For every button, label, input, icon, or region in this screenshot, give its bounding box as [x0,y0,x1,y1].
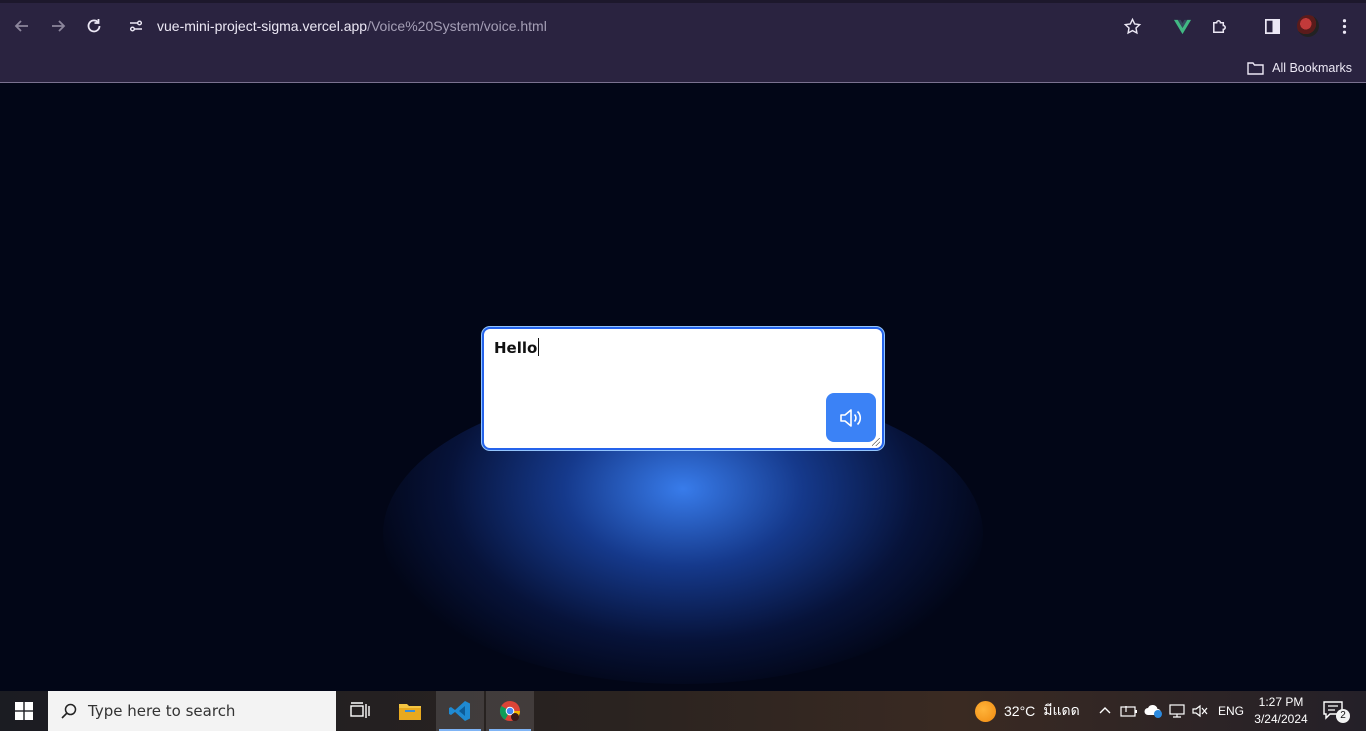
side-panel-button[interactable] [1260,14,1284,38]
search-placeholder: Type here to search [88,702,236,720]
vue-extension-icon [1173,19,1191,34]
star-icon [1123,17,1141,34]
weather-widget[interactable]: 32°C มีแดด [975,700,1080,722]
voice-text-value: Hello [494,339,538,357]
windows-logo-icon [15,702,33,720]
input-language[interactable]: ENG [1218,704,1244,718]
vscode-icon [449,701,470,721]
resize-handle[interactable] [872,438,880,446]
vue-devtools-extension[interactable] [1170,14,1194,38]
file-explorer-button[interactable] [386,691,434,731]
reload-button[interactable] [82,14,106,38]
all-bookmarks-button[interactable]: All Bookmarks [1247,58,1352,78]
site-settings-icon [130,20,142,32]
show-hidden-icons-button[interactable] [1095,701,1115,721]
extensions-button[interactable] [1207,14,1231,38]
speaker-icon [840,408,862,427]
address-bar[interactable]: vue-mini-project-sigma.vercel.app/Voice%… [157,17,547,35]
bookmark-star-button[interactable] [1120,14,1144,38]
task-view-icon [350,702,370,718]
back-arrow-icon [14,20,28,32]
forward-arrow-icon [52,20,66,32]
tab-strip-edge [0,0,1366,3]
clock-time: 1:27 PM [1258,695,1304,709]
profile-avatar[interactable] [1297,15,1319,37]
browser-toolbar: vue-mini-project-sigma.vercel.app/Voice%… [0,0,1366,52]
volume-tray-button[interactable] [1190,701,1210,721]
speak-button[interactable] [826,393,876,442]
side-panel-icon [1264,18,1280,34]
battery-icon [1120,706,1137,717]
extensions-puzzle-icon [1212,19,1226,33]
forward-button[interactable] [46,14,70,38]
chevron-up-icon [1099,707,1111,714]
clock-date: 3/24/2024 [1254,712,1308,726]
url-host: vue-mini-project-sigma.vercel.app [157,18,368,34]
url-path: /Voice%20System/voice.html [367,18,547,34]
page-content: Hello [0,84,1366,691]
search-icon [61,703,77,719]
vscode-taskbar-button[interactable] [436,691,484,731]
cloud-sync-icon [1144,704,1162,718]
voice-text-area[interactable]: Hello [494,338,814,362]
site-settings-button[interactable] [124,14,148,38]
bookmarks-bar: All Bookmarks [0,52,1366,83]
folder-icon [1247,61,1264,75]
more-menu-icon [1342,18,1346,34]
sun-icon [975,700,996,722]
notification-count-badge: 2 [1336,709,1350,723]
weather-temperature: 32°C [1004,703,1036,719]
all-bookmarks-label: All Bookmarks [1272,61,1352,75]
battery-tray-button[interactable] [1119,701,1139,721]
file-explorer-icon [399,704,421,720]
weather-description: มีแดด [1043,702,1080,718]
taskbar: Type here to search 32°C มีแดด ENG 1:27 … [0,691,1366,731]
chrome-taskbar-button[interactable] [486,691,534,731]
more-menu-button[interactable] [1332,14,1356,38]
network-icon [1169,704,1185,718]
clock[interactable]: 1:27 PM 3/24/2024 [1250,694,1312,728]
start-button[interactable] [0,691,48,731]
voice-input-card: Hello [482,327,884,450]
network-tray-button[interactable] [1167,701,1187,721]
back-button[interactable] [10,14,34,38]
onedrive-tray-button[interactable] [1143,701,1163,721]
reload-icon [87,19,101,33]
task-view-button[interactable] [336,691,384,731]
chrome-icon [499,701,521,721]
taskbar-search[interactable]: Type here to search [48,691,336,731]
text-caret [538,338,540,356]
volume-muted-icon [1192,704,1208,718]
